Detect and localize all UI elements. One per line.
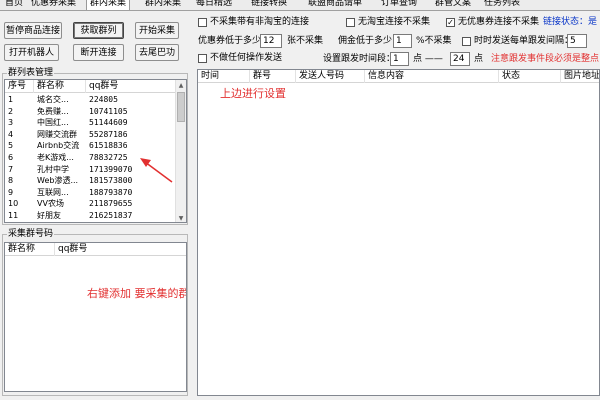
red-arrow-icon (140, 158, 173, 183)
